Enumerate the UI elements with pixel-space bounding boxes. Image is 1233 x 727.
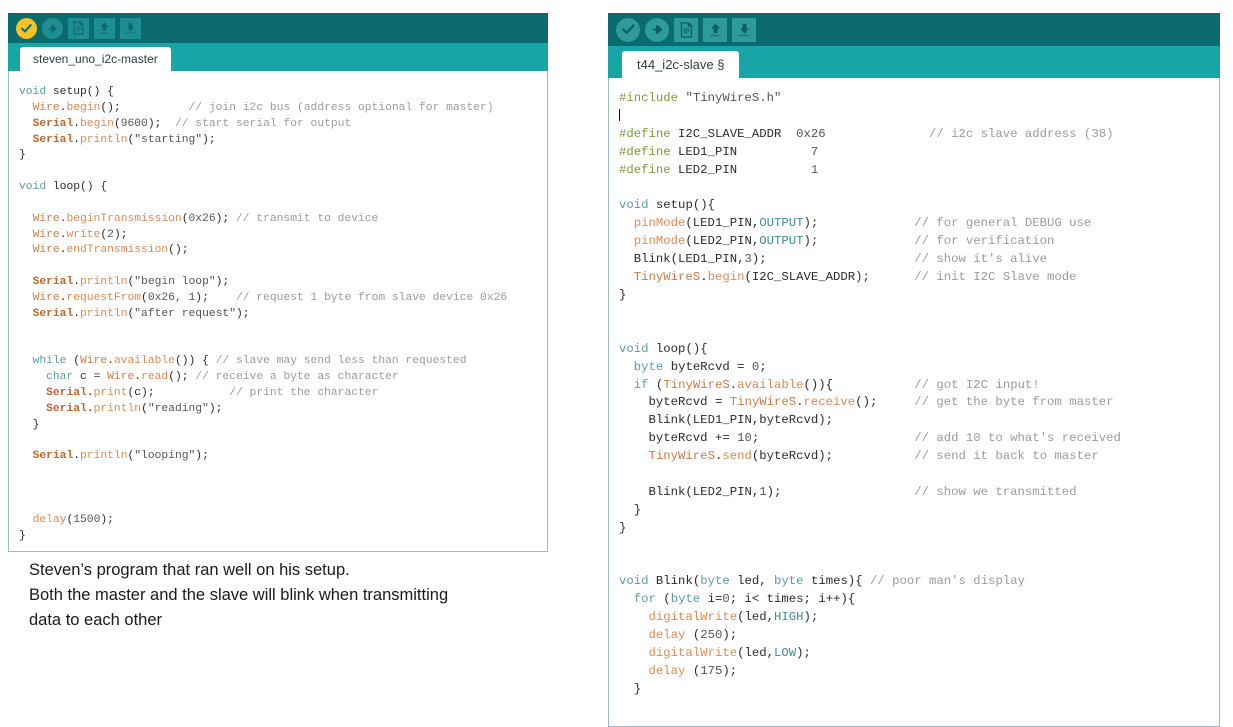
arduino-ide-window-slave: t44_i2c-slave § #include "TinyWireS.h" #…: [608, 13, 1220, 727]
toolbar-slave: [608, 13, 1220, 46]
tabbar-slave: t44_i2c-slave §: [608, 46, 1220, 78]
verify-button[interactable]: [616, 17, 640, 42]
tab-steven-uno-i2c-master[interactable]: steven_uno_i2c-master: [20, 47, 171, 71]
code-text-master: void setup() { Wire.begin(); // join i2c…: [19, 86, 508, 542]
arrow-up-icon: [100, 22, 109, 34]
code-editor-slave[interactable]: #include "TinyWireS.h" #define I2C_SLAVE…: [608, 78, 1220, 727]
save-button[interactable]: [732, 17, 756, 42]
open-button[interactable]: [703, 17, 727, 42]
arrow-up-icon: [710, 23, 720, 36]
code-editor-master[interactable]: void setup() { Wire.begin(); // join i2c…: [8, 71, 548, 552]
text-caret: [619, 108, 620, 121]
open-button[interactable]: [94, 17, 115, 39]
caption-line-3: data to each other: [29, 611, 163, 629]
caption-block: Steven’s program that ran well on his se…: [29, 558, 549, 633]
toolbar-master: [8, 13, 548, 43]
caption-line-1: Steven’s program that ran well on his se…: [29, 561, 350, 579]
check-icon: [21, 23, 32, 32]
new-file-icon: [680, 21, 692, 38]
new-file-icon: [73, 21, 84, 35]
arrow-right-icon: [652, 25, 662, 34]
save-button[interactable]: [120, 17, 141, 39]
tabbar-master: steven_uno_i2c-master: [8, 43, 548, 71]
verify-button[interactable]: [16, 17, 37, 39]
new-button[interactable]: [674, 17, 698, 42]
code-text-slave: #include "TinyWireS.h" #define I2C_SLAVE…: [619, 91, 1121, 696]
check-icon: [621, 24, 634, 34]
arrow-down-icon: [126, 22, 135, 34]
upload-button[interactable]: [42, 17, 63, 39]
arrow-down-icon: [739, 23, 749, 36]
tab-t44-i2c-slave[interactable]: t44_i2c-slave §: [622, 51, 740, 78]
arduino-ide-window-master: steven_uno_i2c-master void setup() { Wir…: [8, 13, 548, 552]
caption-line-2: Both the master and the slave will blink…: [29, 586, 449, 604]
arrow-right-icon: [48, 24, 57, 32]
upload-button[interactable]: [645, 17, 669, 42]
new-button[interactable]: [68, 17, 89, 39]
